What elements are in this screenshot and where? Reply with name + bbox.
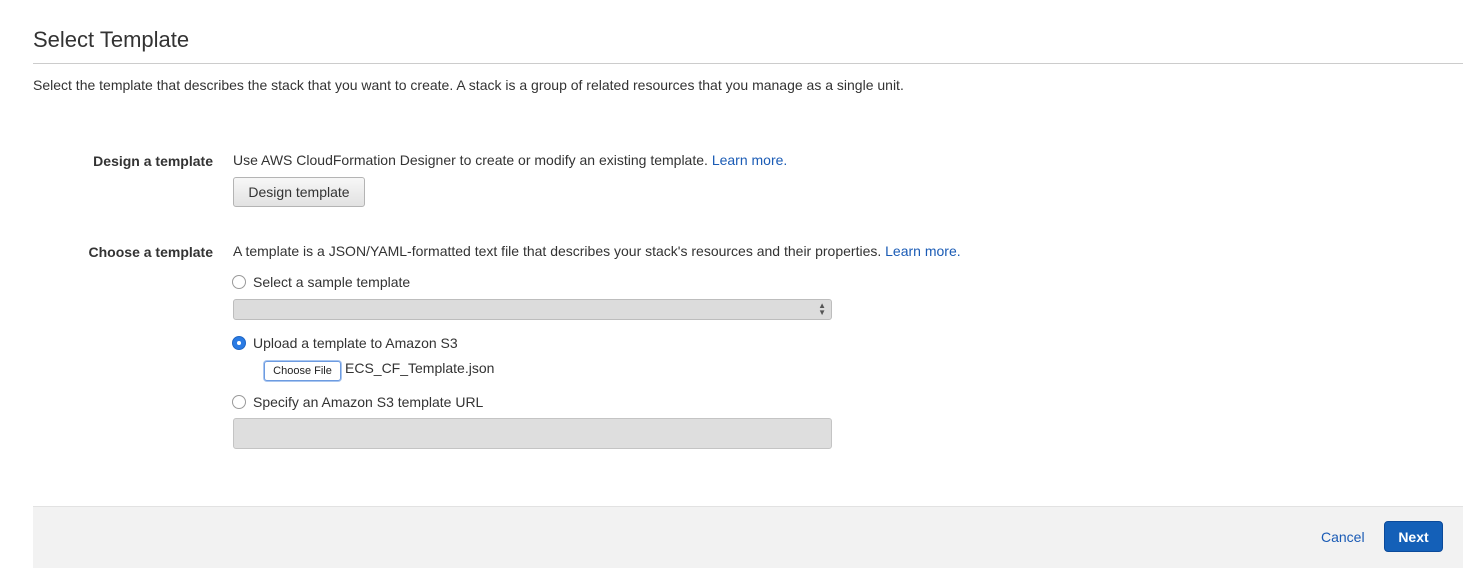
choose-template-text: A template is a JSON/YAML-formatted text…: [233, 243, 882, 259]
design-template-button[interactable]: Design template: [233, 177, 365, 207]
sample-template-select[interactable]: ▲ ▼: [233, 299, 832, 320]
choose-file-button[interactable]: Choose File: [264, 361, 341, 381]
page-description: Select the template that describes the s…: [33, 77, 904, 93]
next-button[interactable]: Next: [1384, 521, 1443, 552]
s3-url-option[interactable]: Specify an Amazon S3 template URL: [232, 394, 483, 410]
s3-url-option-label: Specify an Amazon S3 template URL: [253, 394, 484, 410]
upload-template-option-label: Upload a template to Amazon S3: [253, 335, 458, 351]
design-template-label: Design a template: [93, 153, 213, 169]
choose-learn-more-link[interactable]: Learn more.: [885, 243, 960, 259]
design-template-description: Use AWS CloudFormation Designer to creat…: [233, 152, 787, 168]
cancel-link[interactable]: Cancel: [1321, 529, 1365, 545]
s3-url-input[interactable]: [233, 418, 832, 449]
footer-bar: [33, 506, 1463, 568]
title-divider: [33, 63, 1463, 64]
choose-template-label: Choose a template: [88, 244, 213, 260]
sample-template-radio[interactable]: [232, 275, 246, 289]
updown-arrows-icon: ▲ ▼: [818, 301, 826, 317]
selected-file-name: ECS_CF_Template.json: [345, 360, 495, 376]
design-learn-more-link[interactable]: Learn more.: [712, 152, 787, 168]
sample-template-option-label: Select a sample template: [253, 274, 411, 290]
sample-template-option[interactable]: Select a sample template: [232, 274, 410, 290]
design-template-text: Use AWS CloudFormation Designer to creat…: [233, 152, 708, 168]
upload-template-option[interactable]: Upload a template to Amazon S3: [232, 335, 458, 351]
page-title: Select Template: [33, 27, 190, 52]
choose-template-description: A template is a JSON/YAML-formatted text…: [233, 243, 961, 259]
upload-template-radio[interactable]: [232, 336, 246, 350]
s3-url-radio[interactable]: [232, 395, 246, 409]
